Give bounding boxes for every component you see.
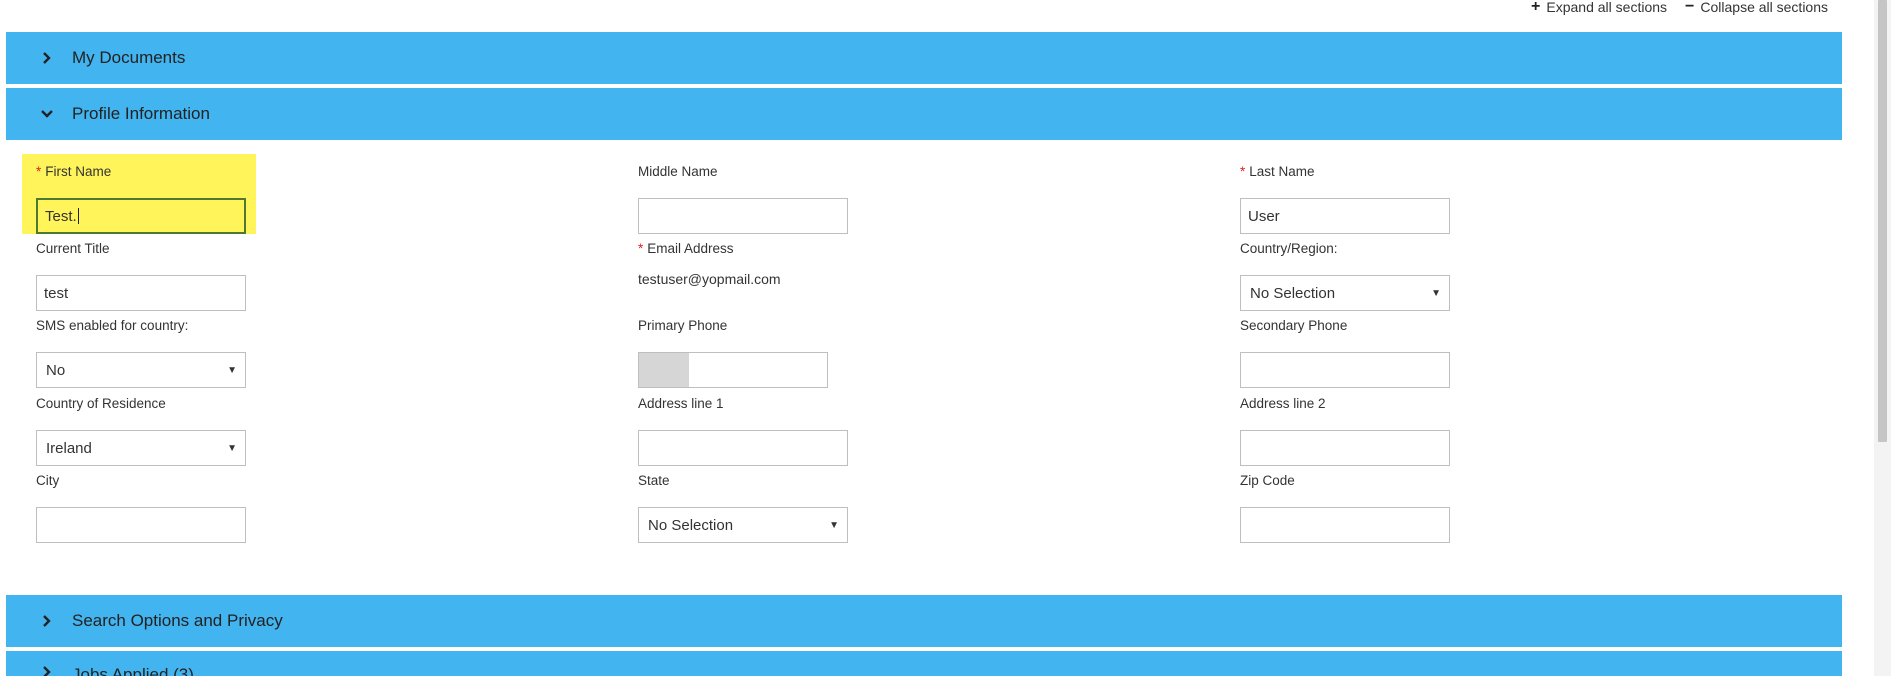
middle-name-field: Middle Name	[638, 164, 848, 234]
plus-icon: +	[1531, 0, 1541, 15]
current-title-label: Current Title	[36, 241, 110, 256]
section-my-documents[interactable]: My Documents	[6, 32, 1842, 84]
country-region-label: Country/Region:	[1240, 241, 1338, 256]
address2-field: Address line 2	[1240, 396, 1450, 466]
city-input[interactable]	[36, 507, 246, 543]
text-cursor	[77, 208, 79, 224]
dropdown-caret-icon: ▼	[829, 519, 839, 531]
last-name-input[interactable]: User	[1240, 198, 1450, 234]
current-title-field: Current Title test	[36, 241, 246, 311]
sms-enabled-label: SMS enabled for country:	[36, 318, 189, 333]
zip-code-field: Zip Code	[1240, 473, 1450, 543]
scrollbar-thumb[interactable]	[1878, 0, 1887, 442]
phone-number-input[interactable]	[689, 353, 827, 387]
primary-phone-field: Primary Phone	[638, 318, 828, 388]
email-label: * Email Address	[638, 241, 734, 256]
address1-input[interactable]	[638, 430, 848, 466]
state-label: State	[638, 473, 670, 488]
email-value: testuser@yopmail.com	[638, 271, 781, 287]
address1-label: Address line 1	[638, 396, 724, 411]
page: + Expand all sections − Collapse all sec…	[0, 0, 1891, 676]
last-name-field: * Last Name User	[1240, 164, 1450, 234]
chevron-right-icon	[36, 52, 58, 64]
section-title: Jobs Applied (3)	[72, 665, 194, 676]
expand-all-label: Expand all sections	[1546, 0, 1668, 15]
first-name-input[interactable]: Test.	[36, 198, 246, 234]
city-field: City	[36, 473, 246, 543]
collapse-all-label: Collapse all sections	[1700, 0, 1828, 15]
section-title: Search Options and Privacy	[72, 611, 283, 630]
state-select[interactable]: No Selection ▼	[638, 507, 848, 543]
address1-field: Address line 1	[638, 396, 848, 466]
address2-label: Address line 2	[1240, 396, 1326, 411]
chevron-right-icon	[36, 615, 58, 627]
dropdown-caret-icon: ▼	[227, 364, 237, 376]
country-region-select[interactable]: No Selection ▼	[1240, 275, 1450, 311]
secondary-phone-field: Secondary Phone	[1240, 318, 1450, 388]
minus-icon: −	[1685, 0, 1695, 15]
vertical-scrollbar[interactable]	[1874, 0, 1891, 676]
country-flag-button[interactable]	[639, 353, 689, 387]
dropdown-caret-icon: ▼	[227, 442, 237, 454]
zip-code-label: Zip Code	[1240, 473, 1295, 488]
secondary-phone-input[interactable]	[1240, 352, 1450, 388]
state-field: State No Selection ▼	[638, 473, 848, 543]
country-residence-label: Country of Residence	[36, 396, 166, 411]
country-region-field: Country/Region: No Selection ▼	[1240, 241, 1450, 311]
profile-form: * First Name Test. Middle Name * Last Name…	[24, 152, 1842, 552]
country-residence-select[interactable]: Ireland ▼	[36, 430, 246, 466]
primary-phone-input[interactable]	[638, 352, 828, 388]
last-name-label: * Last Name	[1240, 164, 1315, 179]
current-title-input[interactable]: test	[36, 275, 246, 311]
zip-code-input[interactable]	[1240, 507, 1450, 543]
section-search-options[interactable]: Search Options and Privacy	[6, 595, 1842, 647]
section-profile-information[interactable]: Profile Information	[6, 88, 1842, 140]
middle-name-input[interactable]	[638, 198, 848, 234]
first-name-field: * First Name Test.	[36, 164, 246, 234]
primary-phone-label: Primary Phone	[638, 318, 728, 333]
section-jobs-applied[interactable]: Jobs Applied (3)	[6, 651, 1842, 676]
middle-name-label: Middle Name	[638, 164, 718, 179]
expand-all-link[interactable]: + Expand all sections	[1531, 0, 1668, 15]
chevron-right-icon	[36, 666, 58, 676]
country-residence-field: Country of Residence Ireland ▼	[36, 396, 246, 466]
email-field: * Email Address testuser@yopmail.com	[638, 241, 781, 287]
section-toolbar: + Expand all sections − Collapse all sec…	[1531, 0, 1828, 15]
address2-input[interactable]	[1240, 430, 1450, 466]
collapse-all-link[interactable]: − Collapse all sections	[1685, 0, 1828, 15]
dropdown-caret-icon: ▼	[1431, 287, 1441, 299]
sms-enabled-select[interactable]: No ▼	[36, 352, 246, 388]
section-title: My Documents	[72, 48, 186, 67]
city-label: City	[36, 473, 60, 488]
sms-enabled-field: SMS enabled for country: No ▼	[36, 318, 246, 388]
secondary-phone-label: Secondary Phone	[1240, 318, 1348, 333]
chevron-down-icon	[36, 109, 58, 119]
section-title: Profile Information	[72, 104, 210, 123]
first-name-label: * First Name	[36, 164, 112, 179]
